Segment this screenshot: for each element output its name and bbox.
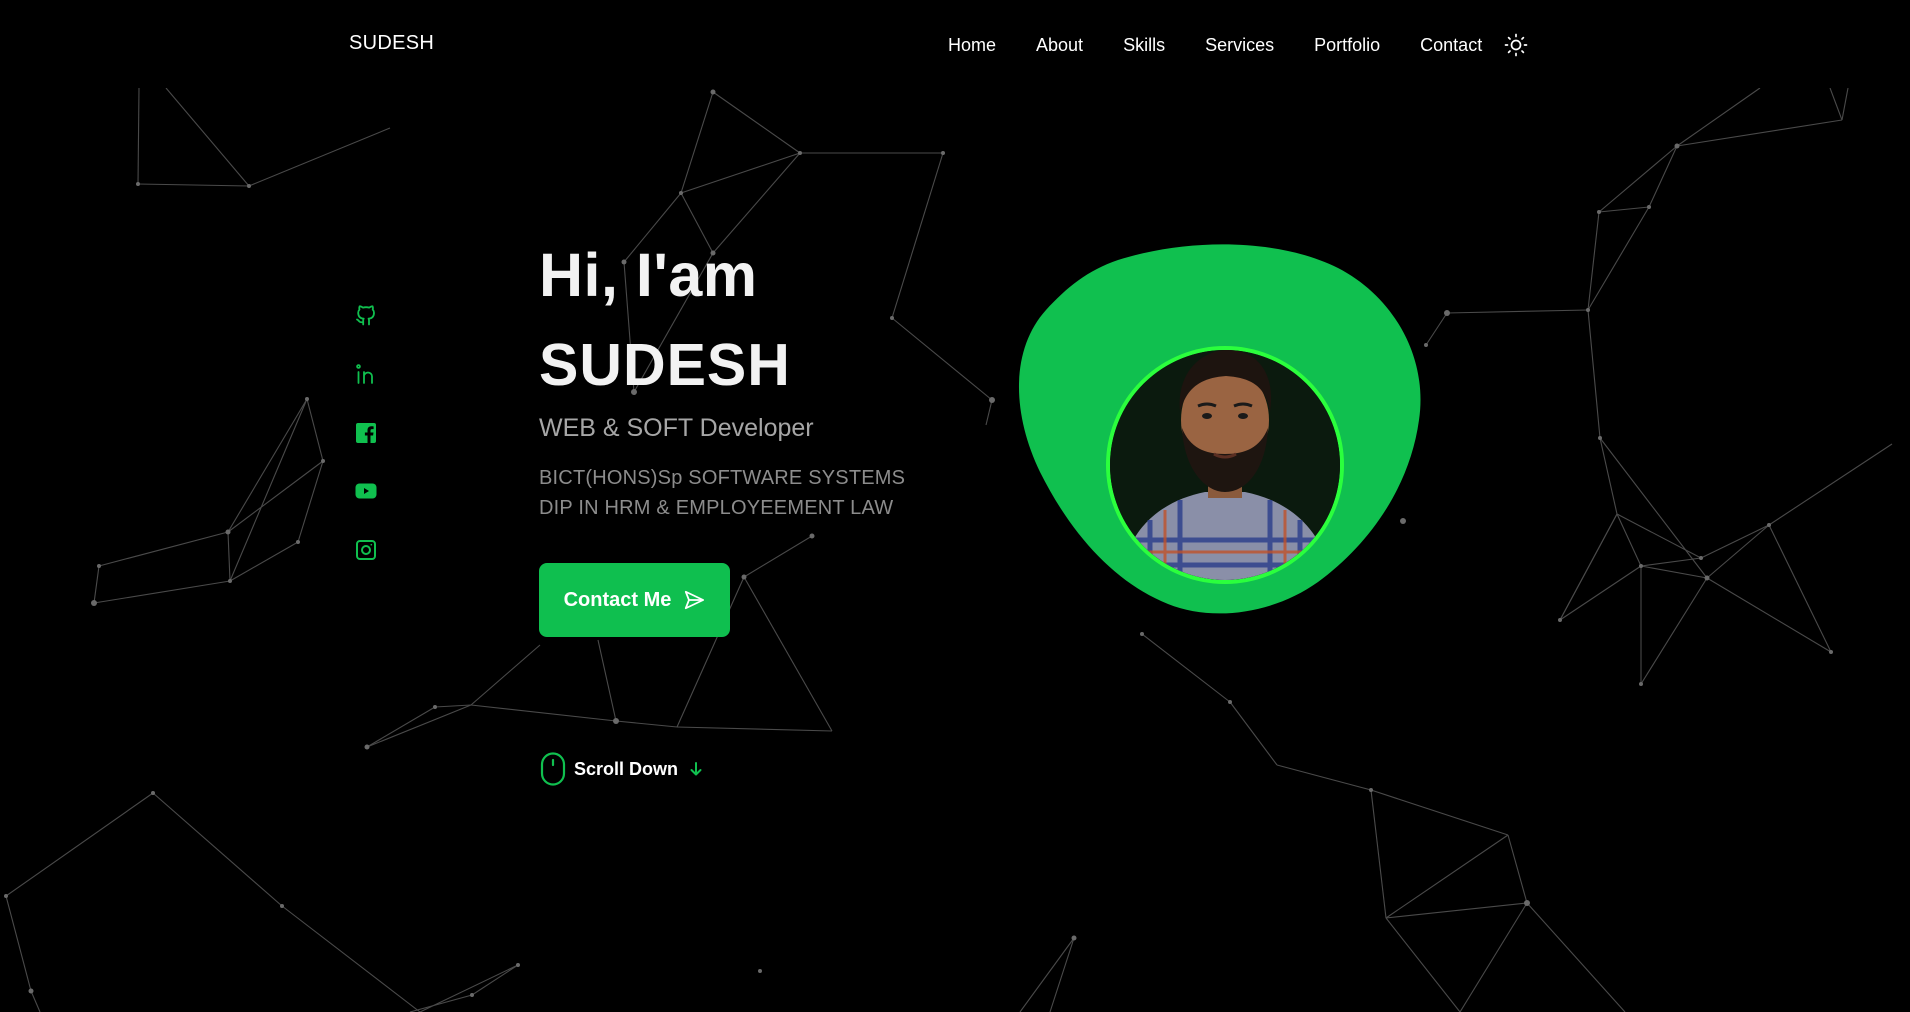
- header: SUDESH Home About Skills Services Portfo…: [0, 0, 1910, 88]
- arrow-down-icon: [688, 761, 704, 777]
- instagram-icon[interactable]: [354, 538, 378, 562]
- send-icon: [683, 589, 705, 611]
- site-logo[interactable]: SUDESH: [349, 32, 434, 55]
- contact-me-button[interactable]: Contact Me: [539, 563, 730, 637]
- main-nav: Home About Skills Services Portfolio Con…: [948, 33, 1528, 57]
- scroll-down[interactable]: Scroll Down: [540, 752, 704, 786]
- page: SUDESH Home About Skills Services Portfo…: [0, 0, 1910, 1012]
- sun-icon[interactable]: [1504, 33, 1528, 57]
- hero-greeting: Hi, I'am: [539, 241, 758, 309]
- particle-network-background: [4, 87, 1893, 1012]
- nav-skills[interactable]: Skills: [1123, 35, 1165, 56]
- nav-about[interactable]: About: [1036, 35, 1083, 56]
- qualification-1: BICT(HONS)Sp SOFTWARE SYSTEMS: [539, 467, 906, 489]
- github-icon[interactable]: [354, 303, 378, 327]
- hero-name: SUDESH: [539, 332, 791, 398]
- qualification-2: DIP IN HRM & EMPLOYEEMENT LAW: [539, 497, 894, 519]
- nav-services[interactable]: Services: [1205, 35, 1274, 56]
- linkedin-icon[interactable]: [354, 362, 378, 386]
- contact-me-label: Contact Me: [563, 588, 672, 611]
- scroll-down-label: Scroll Down: [574, 758, 679, 779]
- nav-home[interactable]: Home: [948, 35, 996, 56]
- facebook-icon[interactable]: [354, 421, 378, 445]
- youtube-icon[interactable]: [354, 479, 378, 503]
- hero-role: WEB & SOFT Developer: [539, 414, 814, 442]
- nav-contact[interactable]: Contact: [1420, 35, 1482, 56]
- profile-photo: [1106, 346, 1344, 584]
- mouse-icon: [540, 752, 566, 786]
- nav-portfolio[interactable]: Portfolio: [1314, 35, 1380, 56]
